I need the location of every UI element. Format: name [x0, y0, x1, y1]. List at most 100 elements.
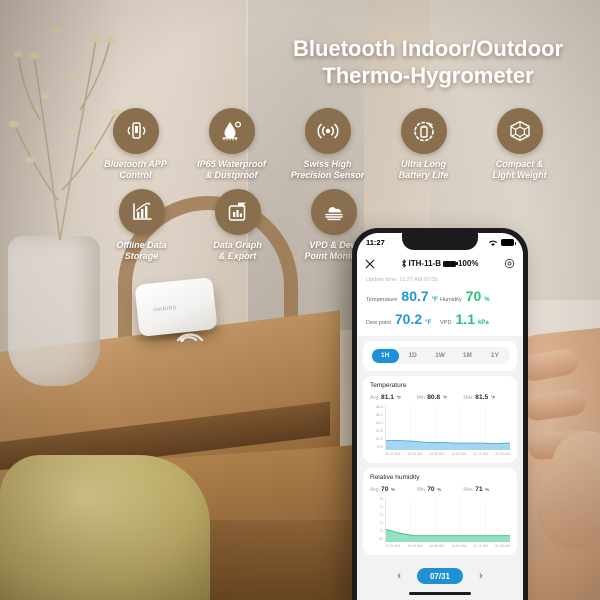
- x-tick: 10:30 AM: [385, 452, 401, 456]
- reading-value: 1.1: [455, 311, 475, 327]
- reading-label: VPD: [440, 320, 452, 326]
- stat-min: Min 80.8 °F: [417, 394, 464, 401]
- y-tick: 74: [379, 505, 383, 510]
- stat-unit: °F: [490, 395, 496, 400]
- stat-value: 70: [427, 486, 435, 493]
- date-navigation: ‹ 07/31 ›: [357, 568, 523, 584]
- tab-1w[interactable]: 1W: [426, 349, 453, 363]
- phone-device: 11:27 ITH-11-B 100% Update time: 11:27 A…: [352, 228, 528, 600]
- range-tabs: 1H 1D 1W 1M 1Y: [370, 347, 510, 364]
- gear-icon[interactable]: [504, 258, 515, 269]
- reading-humidity: Humidity 70 %: [440, 288, 514, 304]
- stat-min: Min 70 %: [417, 486, 464, 493]
- y-tick: 86.8: [376, 405, 383, 409]
- battery-icon: [442, 260, 458, 267]
- y-tick: 82.6: [376, 429, 383, 434]
- reading-unit: kPa: [477, 320, 489, 326]
- stat-key: Min: [416, 395, 425, 401]
- chart-export-icon: [214, 188, 261, 235]
- stat-value: 70: [381, 486, 389, 493]
- stat-value: 81.1: [381, 394, 394, 401]
- feature-label: Ultra Long Battery Life: [398, 159, 449, 181]
- phone-notch: [402, 233, 478, 250]
- humidity-plot-area[interactable]: [385, 498, 510, 542]
- tab-1m[interactable]: 1M: [454, 349, 481, 363]
- temperature-plot: 86.8 85.4 84.0 82.6 81.2 79.8: [370, 405, 510, 450]
- feature-label: Compact & Light Weight: [492, 159, 547, 181]
- stat-value: 81.5: [475, 394, 489, 401]
- tab-1h[interactable]: 1H: [371, 348, 399, 363]
- y-tick: 71: [379, 521, 383, 526]
- x-tick: 11:25 AM: [495, 452, 510, 456]
- feature-label: Offline Data Storage: [116, 239, 167, 261]
- battery-cycle-icon: [400, 108, 447, 154]
- device-title: ITH-11-B 100%: [401, 258, 479, 269]
- y-tick: 85.4: [376, 413, 383, 418]
- stat-unit: %: [485, 487, 490, 492]
- feature-swiss-precision-sensor: Swiss High Precision Sensor: [288, 108, 367, 182]
- bluetooth-icon: [401, 259, 406, 268]
- reading-unit: °F: [425, 320, 432, 326]
- stat-avg: Avg 81.1 °F: [370, 394, 417, 401]
- chart-title: Temperature: [370, 382, 407, 389]
- stat-key: Avg: [370, 487, 379, 493]
- temperature-stats: Avg 81.1 °F Min 80.8 °F Max 81.5 °F: [370, 394, 510, 401]
- chevron-right-icon[interactable]: ›: [479, 570, 483, 582]
- reading-label: Dew point: [366, 320, 391, 326]
- reading-value: 80.7: [401, 288, 429, 304]
- stat-key: Avg: [370, 395, 379, 401]
- water-drop-icon: [208, 108, 255, 154]
- humidity-y-axis: 76 74 73 71 70 69: [370, 497, 385, 542]
- feature-ip65-waterproof: IP65 Waterproof & Dustproof: [192, 108, 271, 182]
- feature-data-graph-export: Data Graph & Export: [198, 188, 277, 263]
- temperature-y-axis: 86.8 85.4 84.0 82.6 81.2 79.8: [370, 405, 385, 450]
- x-tick: 11:00 AM: [451, 452, 467, 456]
- headline-line-1: Bluetooth Indoor/Outdoor: [292, 36, 564, 61]
- y-tick: 79.8: [376, 445, 383, 450]
- reading-unit: %: [484, 297, 490, 303]
- temperature-plot-area[interactable]: [385, 406, 510, 450]
- reading-dew-point: Dew point 70.2 °F: [366, 311, 440, 327]
- x-tick: 11:10 AM: [473, 452, 489, 456]
- home-indicator: [409, 592, 471, 595]
- stat-key: Max: [463, 395, 473, 401]
- reading-label: Temperature: [366, 297, 398, 303]
- close-icon[interactable]: [365, 259, 375, 269]
- chart-title: Relative humidity: [370, 474, 420, 481]
- x-tick: 11:00 AM: [451, 544, 467, 548]
- product-marketing-image: INKBIRD Bluetooth Indoor/Outdoor Thermo-…: [0, 0, 600, 600]
- reading-vpd: VPD 1.1 kPa: [440, 311, 514, 327]
- y-tick: 76: [379, 497, 383, 501]
- status-bar-time: 11:27: [366, 238, 385, 247]
- stat-unit: °F: [396, 395, 402, 400]
- range-tabs-card: 1H 1D 1W 1M 1Y: [363, 341, 517, 371]
- device-name: ITH-11-B: [408, 259, 441, 268]
- x-tick: 10:30 AM: [385, 544, 401, 548]
- cube-icon: [496, 108, 543, 154]
- chart-line-icon: [118, 188, 165, 235]
- humidity-stats: Avg 70 % Min 70 % Max 71 %: [370, 486, 510, 493]
- y-tick: 70: [379, 529, 383, 534]
- current-date-pill[interactable]: 07/31: [416, 568, 464, 584]
- stat-value: 71: [475, 486, 483, 493]
- reading-label: Humidity: [440, 297, 462, 303]
- temperature-x-axis: 10:30 AM 10:40 AM 10:50 AM 11:00 AM 11:1…: [385, 452, 510, 456]
- stat-key: Min: [416, 487, 425, 493]
- tab-1d[interactable]: 1D: [399, 349, 426, 363]
- stat-value: 80.8: [427, 394, 441, 401]
- x-tick: 10:40 AM: [407, 544, 423, 548]
- x-tick: 11:10 AM: [473, 544, 489, 548]
- battery-percent: 100%: [457, 259, 479, 268]
- reading-unit: °F: [431, 297, 438, 303]
- wifi-icon: [488, 240, 498, 246]
- feature-offline-data-storage: Offline Data Storage: [102, 188, 181, 263]
- feature-label: Data Graph & Export: [213, 239, 262, 261]
- phone-screen: 11:27 ITH-11-B 100% Update time: 11:27 A…: [357, 233, 523, 600]
- x-tick: 11:25 AM: [495, 544, 510, 548]
- feature-label: Bluetooth APP Control: [104, 159, 167, 181]
- reading-temperature: Temperature 80.7 °F: [366, 288, 440, 304]
- feature-label: IP65 Waterproof & Dustproof: [197, 159, 266, 181]
- tab-1y[interactable]: 1Y: [481, 349, 508, 363]
- chevron-left-icon[interactable]: ‹: [397, 570, 401, 582]
- headline-line-2: Thermo-Hygrometer: [322, 62, 534, 88]
